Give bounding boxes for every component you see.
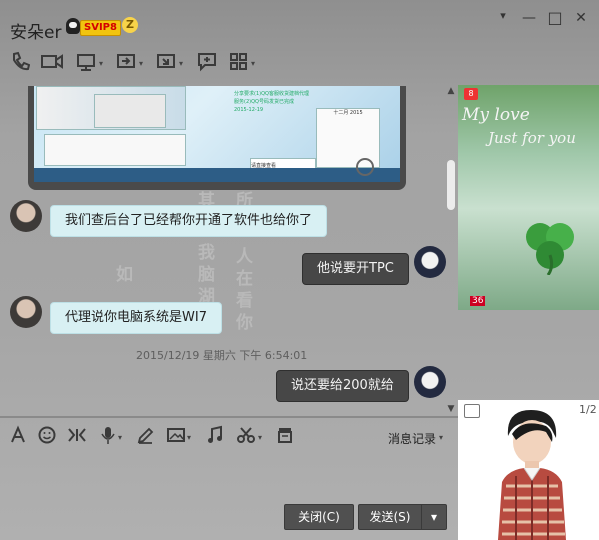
bg-char: 在 — [236, 269, 253, 289]
font-icon[interactable] — [10, 424, 26, 448]
scroll-up-icon[interactable]: ▲ — [446, 86, 456, 96]
chat-history[interactable]: 分享要求(1)QQ客服收货建档代理 服务(2)QQ号码发货已完成 2015-12… — [0, 86, 458, 416]
cartoon-avatar — [498, 410, 566, 540]
file-transfer-icon[interactable] — [156, 50, 176, 76]
close-chat-button[interactable]: 关闭(C) — [284, 504, 354, 530]
chevron-down-icon[interactable]: ▾ — [139, 59, 143, 68]
qq-penguin-icon — [66, 18, 80, 34]
history-file-icon[interactable] — [276, 424, 294, 448]
message-bubble-outgoing[interactable]: 说还要给200就给 — [276, 370, 409, 402]
chevron-down-icon[interactable]: ▾ — [99, 59, 103, 68]
contact-avatar[interactable] — [10, 296, 42, 328]
screenshot-dialog — [94, 94, 166, 128]
level-icon[interactable]: Z — [122, 17, 138, 33]
chevron-down-icon[interactable]: ▾ — [251, 59, 255, 68]
send-button[interactable]: 发送(S) — [358, 504, 421, 530]
scrollbar-thumb[interactable] — [447, 160, 455, 210]
message-bubble-incoming[interactable]: 代理说你电脑系统是WI7 — [50, 302, 222, 334]
background-calligraphy: 人 在 看 你 — [236, 246, 253, 334]
phone-icon[interactable] — [10, 50, 30, 76]
my-avatar[interactable] — [414, 246, 446, 278]
message-timestamp: 2015/12/19 星期六 下午 6:54:01 — [136, 349, 308, 362]
notification-badge[interactable]: 8 — [464, 88, 478, 100]
input-toolbar: ▾ ▾ ▾ 消息记录 ▾ — [0, 424, 458, 450]
message-text: 代理说你电脑系统是WI7 — [65, 310, 207, 325]
message-icon[interactable] — [197, 50, 217, 76]
vip-badge[interactable]: SVIP8 — [80, 20, 121, 36]
pen-icon[interactable] — [136, 424, 154, 448]
chevron-down-icon[interactable]: ▾ — [187, 433, 191, 442]
screenshot-date: 2015-12-19 — [234, 107, 264, 113]
close-button[interactable]: ✕ — [570, 8, 592, 28]
image-icon[interactable] — [166, 424, 186, 448]
screenshot-msg-2: 服务(2)QQ号码发货已完成 — [234, 99, 294, 105]
bg-char: 如 — [116, 265, 133, 285]
screenshot-msg-1: 分享要求(1)QQ客服收货建档代理 — [234, 91, 309, 97]
message-text: 他说要开TPC — [317, 261, 394, 276]
screen-share-icon[interactable] — [76, 50, 96, 76]
chat-window: 安朵er SVIP8 Z ▾ — □ ✕ ▾ ▾ ▾ ▾ 分享要求(1)QQ客服… — [0, 0, 599, 540]
bg-char: 你 — [236, 313, 253, 333]
profile-show-image[interactable]: My love Just for you — [458, 85, 599, 310]
remote-assist-icon[interactable] — [116, 50, 136, 76]
scroll-down-icon[interactable]: ▼ — [446, 404, 456, 414]
show-mode-icon[interactable] — [464, 404, 480, 418]
my-avatar[interactable] — [414, 366, 446, 398]
music-icon[interactable] — [206, 424, 224, 448]
background-calligraphy: 如 — [116, 264, 133, 286]
gif-icon[interactable] — [66, 424, 88, 448]
message-text: 我们查后台了已经帮你开通了软件也给你了 — [65, 213, 313, 228]
emoji-icon[interactable] — [38, 424, 56, 448]
message-bubble-incoming[interactable]: 我们查后台了已经帮你开通了软件也给你了 — [50, 205, 328, 237]
contact-name[interactable]: 安朵er — [10, 18, 61, 43]
screenshot-image[interactable]: 分享要求(1)QQ客服收货建档代理 服务(2)QQ号码发货已完成 2015-12… — [34, 86, 400, 182]
script-text-1: My love — [462, 105, 530, 125]
divider — [0, 416, 458, 418]
level-badge: 36 — [470, 296, 486, 306]
video-icon[interactable] — [40, 50, 64, 76]
screenshot-image-message[interactable]: 分享要求(1)QQ客服收货建档代理 服务(2)QQ号码发货已完成 2015-12… — [28, 86, 406, 190]
screenshot-file-list — [44, 134, 186, 166]
zoom-in-icon[interactable] — [356, 158, 374, 176]
calendar-header: 十二月 2015 — [333, 110, 363, 116]
background-calligraphy: 我 脑 湖 — [198, 242, 215, 308]
message-text: 说还要给200就给 — [291, 378, 394, 393]
maximize-button[interactable]: □ — [544, 8, 566, 28]
minimize-button[interactable]: — — [518, 8, 540, 28]
contact-avatar[interactable] — [10, 200, 42, 232]
bg-char: 我 — [198, 243, 215, 263]
message-history-button[interactable]: 消息记录 — [388, 430, 436, 447]
window-menu-icon[interactable]: ▾ — [492, 6, 514, 26]
chevron-down-icon[interactable]: ▾ — [118, 433, 122, 442]
screenshot-icon[interactable] — [236, 424, 256, 448]
top-toolbar: ▾ ▾ ▾ ▾ — [0, 50, 460, 80]
clover-icon — [526, 223, 574, 275]
show-page-counter[interactable]: 1/2 — [579, 403, 597, 416]
chevron-down-icon[interactable]: ▾ — [179, 59, 183, 68]
send-options-button[interactable]: ▾ — [421, 504, 447, 530]
message-bubble-outgoing[interactable]: 他说要开TPC — [302, 253, 409, 285]
message-input[interactable] — [0, 452, 458, 504]
bg-char: 看 — [236, 291, 253, 311]
script-text-2: Just for you — [488, 129, 576, 147]
screenshot-taskbar — [34, 168, 400, 182]
chevron-down-icon[interactable]: ▾ — [439, 433, 443, 442]
voice-icon[interactable] — [100, 424, 116, 448]
title-bar: 安朵er SVIP8 Z ▾ — □ ✕ — [0, 0, 599, 44]
bg-char: 人 — [236, 247, 253, 267]
chevron-down-icon[interactable]: ▾ — [258, 433, 262, 442]
apps-icon[interactable] — [229, 50, 249, 76]
avatar-show-panel[interactable]: 1/2 — [458, 400, 599, 540]
bg-char: 脑 — [198, 265, 215, 285]
